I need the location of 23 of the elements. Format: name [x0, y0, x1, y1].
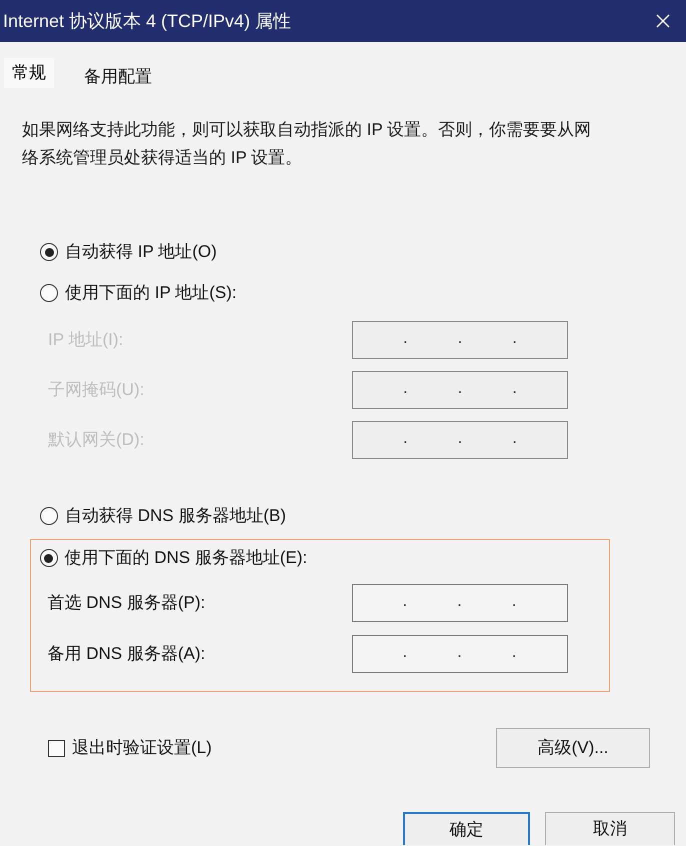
- radio-label: 使用下面的 IP 地址(S):: [65, 282, 237, 304]
- cancel-button[interactable]: 取消: [545, 812, 675, 845]
- ip-address-field[interactable]: . . .: [352, 635, 568, 673]
- radio-label: 自动获得 IP 地址(O): [65, 241, 217, 263]
- field-label: 备用 DNS 服务器(A):: [48, 643, 206, 665]
- ok-button[interactable]: 确定: [403, 812, 530, 845]
- field-label: 首选 DNS 服务器(P):: [48, 592, 206, 614]
- checkbox[interactable]: [48, 740, 65, 756]
- close-button[interactable]: [656, 14, 670, 28]
- close-icon: [656, 14, 670, 28]
- checkbox-label: 退出时验证设置(L): [72, 737, 212, 759]
- radio-label: 自动获得 DNS 服务器地址(B): [65, 505, 286, 527]
- advanced-button[interactable]: 高级(V)...: [496, 728, 650, 768]
- radio-button[interactable]: [40, 284, 58, 302]
- tab[interactable]: 常规: [4, 58, 54, 88]
- tab[interactable]: 备用配置: [76, 62, 160, 92]
- radio-button[interactable]: [40, 243, 58, 261]
- window-title: Internet 协议版本 4 (TCP/IPv4) 属性: [3, 12, 292, 30]
- radio-button[interactable]: [40, 507, 58, 525]
- description-text: 如果网络支持此功能，则可以获取自动指派的 IP 设置。否则，你需要要从网络系统管理员处获得适当的 IP 设置。: [22, 119, 592, 169]
- radio-label: 使用下面的 DNS 服务器地址(E):: [64, 547, 308, 569]
- radio-button[interactable]: [40, 549, 58, 567]
- ip-address-field[interactable]: . . .: [352, 584, 568, 622]
